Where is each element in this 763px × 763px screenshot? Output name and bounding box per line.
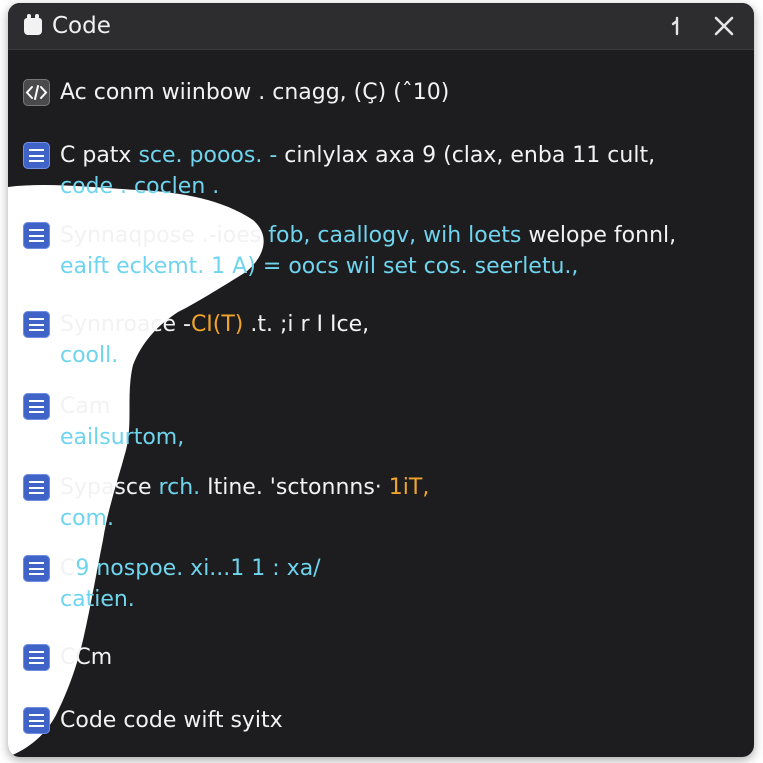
item-text: cinlylax axa 9 (clax, enba 11 cult, bbox=[277, 143, 656, 168]
item-text: fob, caallogv, wih loets bbox=[268, 223, 522, 248]
item-line: Cam bbox=[60, 394, 111, 419]
item-text: Sypasce bbox=[60, 475, 159, 500]
item-line: Sypasce rch. Itine. 'sctonnns· 1iT, bbox=[60, 472, 742, 503]
document-icon bbox=[23, 555, 50, 582]
code-list: Ac conm wiinbow . cnagg, (Ç) (ˆ10) C pat… bbox=[8, 50, 754, 757]
list-item[interactable]: C patx sce. pooos. - cinlylax axa 9 (cla… bbox=[20, 140, 742, 202]
item-text: C bbox=[60, 556, 76, 581]
pin-icon-glyph bbox=[671, 16, 679, 36]
document-icon bbox=[23, 311, 50, 338]
item-text: Itine. 'sctonnns· bbox=[200, 475, 382, 500]
list-item[interactable]: Sypasce rch. Itine. 'sctonnns· 1iT, com. bbox=[20, 472, 742, 534]
list-item[interactable]: Cam eailsurtom, bbox=[20, 391, 742, 453]
pin-icon[interactable] bbox=[665, 15, 687, 37]
list-item[interactable]: CCm bbox=[20, 642, 742, 676]
item-code-line: code . coclen . bbox=[60, 174, 220, 199]
item-text: 1iT, bbox=[381, 475, 430, 500]
item-line: Synnroace -CI(T) .t. ;i r I Ice, bbox=[60, 309, 742, 340]
document-icon bbox=[23, 707, 50, 734]
item-line: C patx sce. pooos. - cinlylax axa 9 (cla… bbox=[60, 140, 742, 171]
document-icon bbox=[23, 474, 50, 501]
item-text: 9 nospoe. xi...1 1 : xa/ bbox=[75, 556, 321, 581]
item-line: Ac conm wiinbow . cnagg, (Ç) (ˆ10) bbox=[60, 80, 450, 105]
item-line: C9 nospoe. xi...1 1 : xa/ bbox=[60, 553, 742, 584]
list-item[interactable]: Synnroace -CI(T) .t. ;i r I Ice, cooll. bbox=[20, 309, 742, 371]
item-text: C patx bbox=[60, 143, 139, 168]
window-title: Code bbox=[52, 13, 111, 39]
list-item[interactable]: C9 nospoe. xi...1 1 : xa/ catien. bbox=[20, 553, 742, 615]
item-code-line: cooll. bbox=[60, 343, 119, 368]
item-text: .t. ;i r I Ice, bbox=[243, 312, 370, 337]
item-line: CCm bbox=[60, 645, 113, 670]
code-icon-glyph bbox=[25, 85, 48, 100]
item-code-line: eailsurtom, bbox=[60, 425, 185, 450]
document-icon bbox=[23, 393, 50, 420]
item-line: Code code wift syitx bbox=[60, 708, 283, 733]
item-text: CI(T) bbox=[190, 312, 244, 337]
item-code-line: com. bbox=[60, 506, 114, 531]
app-icon bbox=[24, 14, 42, 35]
list-item[interactable]: Code code wift syitx bbox=[20, 705, 742, 739]
close-icon bbox=[714, 16, 734, 36]
item-text: Synnroace - bbox=[60, 312, 191, 337]
item-text: Synnaqpose .-ioes bbox=[60, 223, 269, 248]
item-code-line: eaift eckemt. 1 A) = oocs wil set cos. s… bbox=[60, 254, 579, 279]
item-text: sce. pooos. - bbox=[138, 143, 278, 168]
document-icon bbox=[23, 142, 50, 169]
item-line: Synnaqpose .-ioes fob, caallogv, wih loe… bbox=[60, 220, 742, 251]
close-button[interactable] bbox=[710, 12, 738, 40]
document-icon bbox=[23, 644, 50, 671]
list-item[interactable]: Ac conm wiinbow . cnagg, (Ç) (ˆ10) bbox=[20, 77, 742, 111]
item-code-line: catien. bbox=[60, 587, 135, 612]
document-icon bbox=[23, 222, 50, 249]
code-window: Code Ac conm wiinbow . cnagg, (Ç) (ˆ10) bbox=[8, 3, 754, 757]
list-item[interactable]: Synnaqpose .-ioes fob, caallogv, wih loe… bbox=[20, 220, 742, 282]
item-text: rch. bbox=[158, 475, 201, 500]
code-icon bbox=[23, 79, 50, 106]
title-bar: Code bbox=[8, 3, 754, 50]
item-text: welope fonnl, bbox=[521, 223, 677, 248]
